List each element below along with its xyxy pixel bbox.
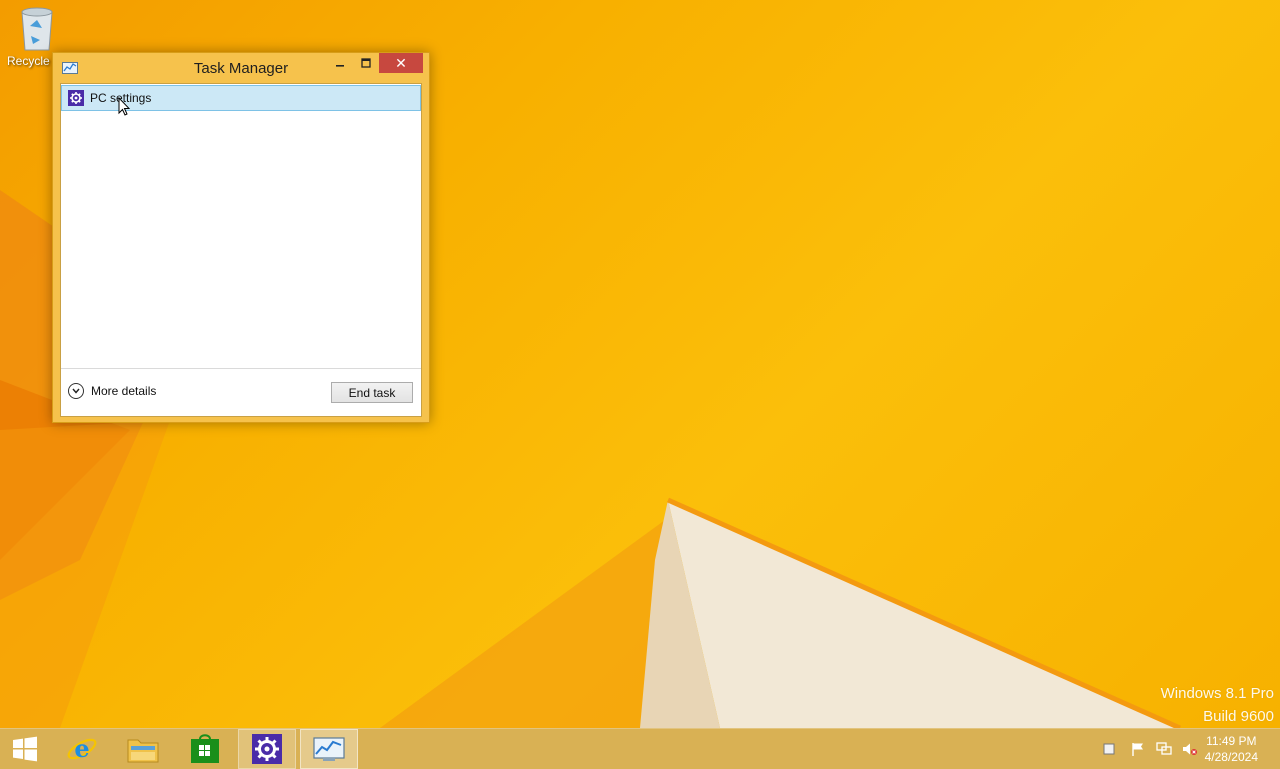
task-row-pc-settings[interactable]: PC settings xyxy=(61,85,421,111)
maximize-icon xyxy=(361,58,371,68)
more-details-toggle[interactable]: More details xyxy=(68,383,156,399)
close-button[interactable]: ✕ xyxy=(379,53,423,73)
folder-icon xyxy=(127,739,159,763)
windows-logo-icon xyxy=(13,736,37,762)
gear-icon xyxy=(252,734,282,764)
mouse-cursor-icon xyxy=(118,97,130,116)
minimize-icon xyxy=(336,65,344,67)
title-bar[interactable]: Task Manager ✕ xyxy=(53,53,429,83)
flag-icon[interactable] xyxy=(1130,741,1146,757)
taskbar: e 11:49 PM 4/28/2024 xyxy=(0,728,1280,769)
start-button[interactable] xyxy=(0,729,50,769)
minimize-button[interactable] xyxy=(327,53,353,73)
clock-date: 4/28/2024 xyxy=(1204,750,1258,764)
svg-text:e: e xyxy=(74,734,89,763)
end-task-button[interactable]: End task xyxy=(331,382,413,403)
ie-icon: e xyxy=(67,734,97,763)
taskbar-task-manager[interactable] xyxy=(300,729,358,769)
taskbar-internet-explorer[interactable]: e xyxy=(55,729,109,769)
clock[interactable]: 11:49 PM 4/28/2024 xyxy=(1205,733,1258,765)
volume-muted-icon[interactable] xyxy=(1182,741,1198,757)
windows-watermark: Windows 8.1 Pro Build 9600 xyxy=(1161,682,1274,728)
chevron-down-icon xyxy=(68,383,84,399)
taskbar-pc-settings[interactable] xyxy=(238,729,296,769)
close-icon: ✕ xyxy=(395,54,407,71)
watermark-edition: Windows 8.1 Pro xyxy=(1160,685,1274,702)
task-manager-icon xyxy=(313,737,345,761)
task-manager-window: Task Manager ✕ PC settings More details … xyxy=(52,52,430,423)
task-list-panel: PC settings More details End task xyxy=(60,83,422,417)
recycle-bin-icon xyxy=(21,7,53,51)
clock-time: 11:49 PM xyxy=(1206,734,1257,748)
action-center-icon[interactable] xyxy=(1101,741,1117,757)
system-tray xyxy=(1096,729,1203,769)
maximize-button[interactable] xyxy=(353,53,379,73)
store-icon xyxy=(191,734,219,763)
task-list: PC settings xyxy=(61,84,421,368)
footer-bar: More details End task xyxy=(61,368,421,416)
taskbar-file-explorer[interactable] xyxy=(116,729,170,769)
more-details-label: More details xyxy=(91,384,157,398)
watermark-build: Build 9600 xyxy=(1203,708,1274,725)
taskbar-store[interactable] xyxy=(178,729,232,769)
network-icon[interactable] xyxy=(1156,741,1172,757)
gear-icon xyxy=(68,90,84,106)
